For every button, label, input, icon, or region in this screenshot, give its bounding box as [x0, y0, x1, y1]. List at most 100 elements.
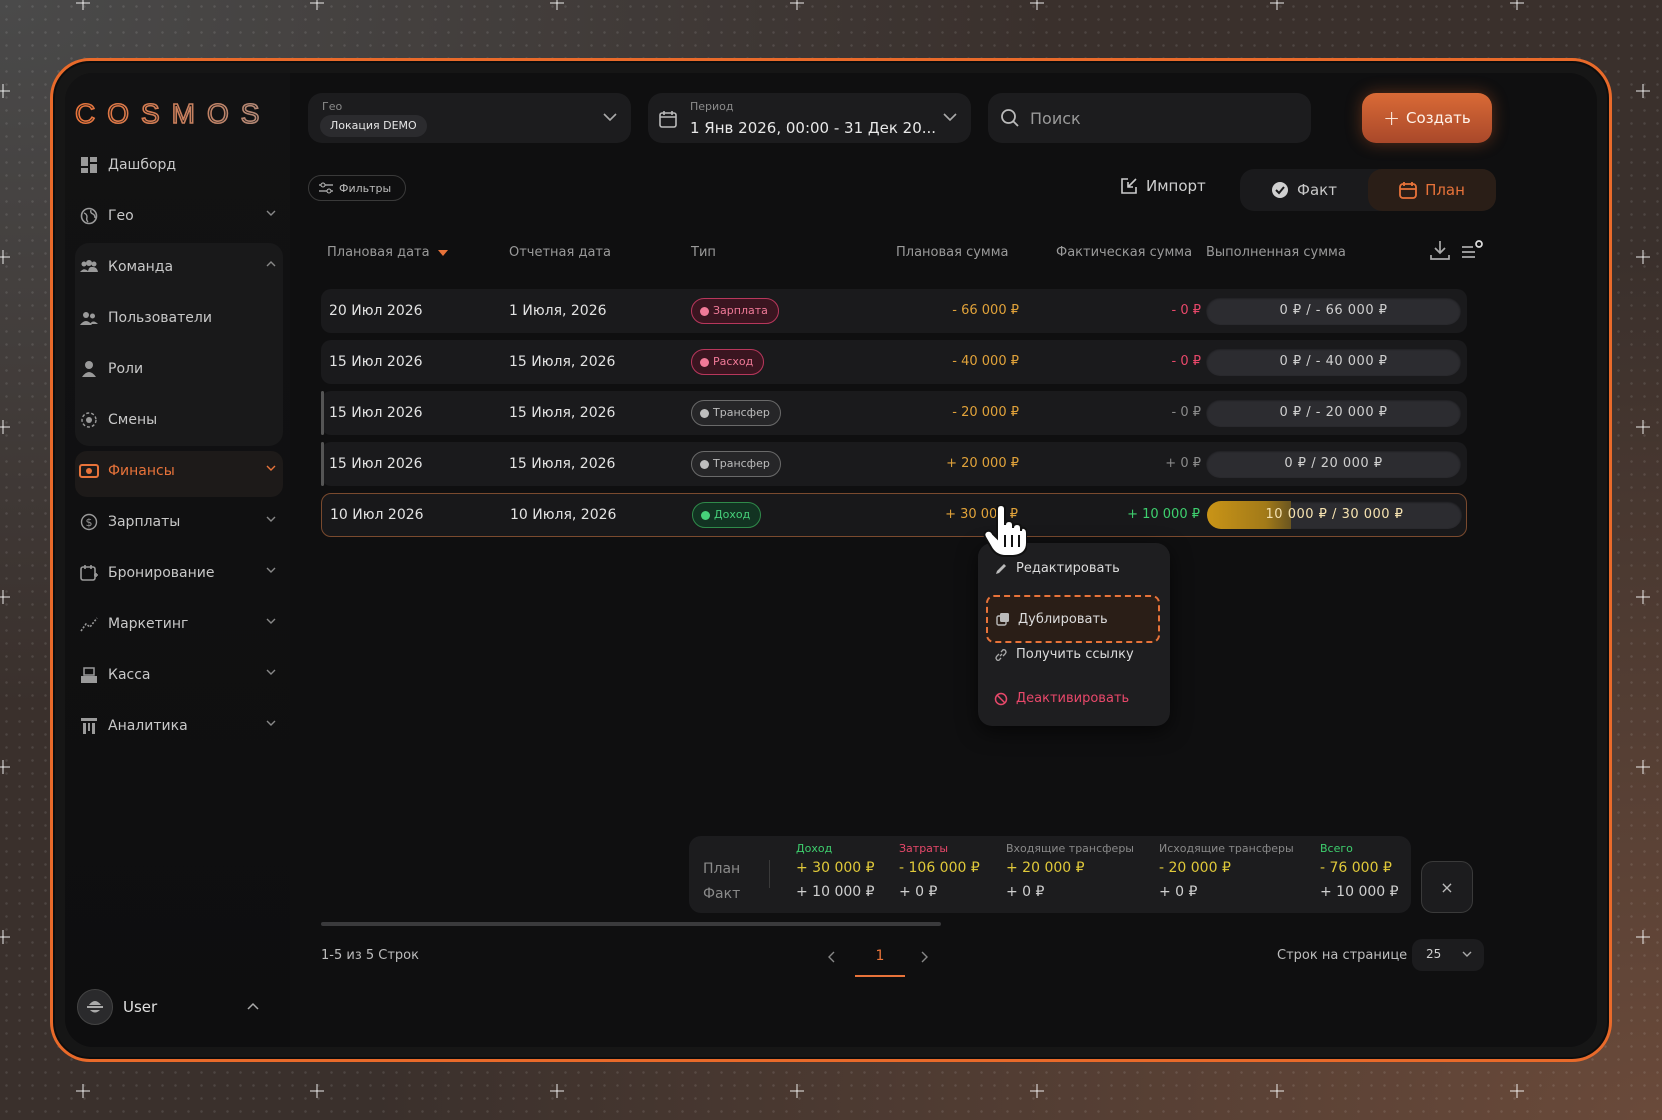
chevron-down-icon	[266, 618, 276, 624]
close-summary-button[interactable]: ×	[1421, 861, 1473, 913]
tab-plan[interactable]: План	[1368, 169, 1496, 211]
search-input[interactable]: Поиск	[1030, 109, 1081, 128]
sidebar-item-cashbox[interactable]: Касса	[65, 649, 290, 700]
tab-plan-label: План	[1425, 181, 1465, 199]
summary-fact-value: + 0 ₽	[1159, 884, 1198, 900]
type-badge-label: Трансфер	[713, 457, 770, 470]
period-value: 1 Янв 2026, 00:00 - 31 Дек 20...	[690, 119, 937, 137]
column-header-plan-sum[interactable]: Плановая сумма	[896, 245, 1009, 260]
summary-plan-value: + 20 000 ₽	[1006, 860, 1085, 876]
menu-item-get-link[interactable]: Получить ссылку	[994, 647, 1134, 662]
create-button[interactable]: + Создать	[1362, 93, 1492, 143]
sidebar-item-shifts[interactable]: Смены	[65, 394, 290, 445]
summary-row-plan: План	[703, 861, 741, 877]
table-row[interactable]: 20 Июл 2026 1 Июля, 2026 Зарплата - 66 0…	[321, 289, 1467, 333]
download-icon[interactable]	[1429, 239, 1451, 261]
horizontal-scrollbar[interactable]	[321, 922, 941, 926]
summary-fact-value: + 10 000 ₽	[796, 884, 875, 900]
summary-plan-value: - 20 000 ₽	[1159, 860, 1231, 876]
chevron-up-icon	[247, 1002, 259, 1010]
cell-plan-date: 10 Июл 2026	[330, 507, 424, 523]
menu-item-duplicate[interactable]: Дублировать	[986, 595, 1160, 643]
cell-plan-sum: - 66 000 ₽	[952, 303, 1019, 318]
cashbox-icon	[79, 665, 99, 685]
done-progress-bar: 0 ₽ / - 20 000 ₽	[1206, 399, 1461, 427]
summary-column-outgoing: Исходящие трансферы - 20 000 ₽ + 0 ₽	[1159, 842, 1294, 900]
salary-icon	[700, 306, 709, 316]
table-row-selected[interactable]: 10 Июл 2026 10 Июля, 2026 Доход + 30 000…	[321, 493, 1467, 537]
sidebar-item-team[interactable]: Команда	[65, 241, 290, 292]
row-context-menu: Редактировать Дублировать Получить ссылк…	[978, 543, 1170, 726]
cosmos-logo: COSMOS	[75, 97, 260, 130]
rows-per-page-label: Строк на странице	[1277, 948, 1408, 963]
summary-column-title: Исходящие трансферы	[1159, 842, 1294, 855]
done-progress-bar: 0 ₽ / - 66 000 ₽	[1206, 297, 1461, 325]
row-indicator	[321, 391, 324, 435]
user-menu[interactable]: User	[77, 987, 273, 1027]
column-settings-icon[interactable]	[1461, 239, 1485, 261]
type-badge-label: Доход	[714, 508, 751, 521]
type-badge: Расход	[691, 349, 765, 375]
filters-label: Фильтры	[339, 181, 392, 195]
team-icon	[79, 257, 99, 277]
sidebar-item-salaries[interactable]: $ Зарплаты	[65, 496, 290, 547]
chevron-down-icon	[266, 465, 276, 471]
menu-item-edit[interactable]: Редактировать	[994, 561, 1120, 576]
sidebar-item-roles[interactable]: Роли	[65, 343, 290, 394]
chevron-down-icon	[943, 113, 957, 122]
geo-select[interactable]: Гео Локация DEMO	[308, 93, 631, 143]
tab-fact[interactable]: Факт	[1240, 169, 1368, 211]
progress-label: 0 ₽ / - 66 000 ₽	[1279, 303, 1388, 318]
column-header-done-sum[interactable]: Выполненная сумма	[1206, 245, 1346, 260]
type-badge-label: Зарплата	[713, 304, 768, 317]
rows-per-page-value: 25	[1426, 947, 1442, 961]
cell-plan-sum: - 20 000 ₽	[952, 405, 1019, 420]
summary-column-title: Входящие трансферы	[1006, 842, 1134, 855]
sidebar-item-dashboard[interactable]: Дашборд	[65, 139, 290, 190]
column-header-type[interactable]: Тип	[691, 245, 716, 260]
income-icon	[701, 510, 710, 520]
avatar	[77, 989, 113, 1025]
import-button[interactable]: Импорт	[1120, 177, 1206, 195]
import-icon	[1121, 178, 1137, 194]
table-row[interactable]: 15 Июл 2026 15 Июля, 2026 Трансфер + 20 …	[321, 442, 1467, 486]
chevron-right-icon[interactable]	[919, 951, 929, 963]
calendar-icon	[1399, 182, 1417, 199]
sidebar-item-marketing[interactable]: Маркетинг	[65, 598, 290, 649]
rows-per-page-select[interactable]: 25	[1412, 939, 1484, 971]
chevron-left-icon[interactable]	[827, 951, 837, 963]
progress-label: 0 ₽ / - 40 000 ₽	[1279, 354, 1388, 369]
summary-plan-value: - 76 000 ₽	[1320, 860, 1392, 876]
column-header-plan-date[interactable]: Плановая дата	[327, 245, 448, 260]
sidebar-item-finance[interactable]: Финансы	[65, 445, 290, 496]
column-header-fact-sum[interactable]: Фактическая сумма	[1056, 245, 1192, 260]
expense-icon	[700, 357, 709, 367]
sidebar-item-analytics[interactable]: Аналитика	[65, 700, 290, 751]
filters-button[interactable]: Фильтры	[308, 175, 407, 201]
cell-fact-sum: + 10 000 ₽	[1127, 507, 1200, 522]
search-field[interactable]: Поиск	[988, 93, 1311, 143]
table-row[interactable]: 15 Июл 2026 15 Июля, 2026 Трансфер - 20 …	[321, 391, 1467, 435]
table-row[interactable]: 15 Июл 2026 15 Июля, 2026 Расход - 40 00…	[321, 340, 1467, 384]
type-badge: Зарплата	[691, 298, 779, 324]
users-icon	[79, 308, 99, 328]
cell-plan-date: 15 Июл 2026	[329, 354, 423, 370]
menu-item-deactivate[interactable]: Деактивировать	[994, 691, 1129, 706]
geo-chip[interactable]: Локация DEMO	[320, 115, 427, 137]
done-progress-bar: 0 ₽ / 20 000 ₽	[1206, 450, 1461, 478]
period-select[interactable]: Период 1 Янв 2026, 00:00 - 31 Дек 20...	[648, 93, 971, 143]
cell-report-date: 10 Июля, 2026	[510, 507, 617, 523]
column-header-report-date[interactable]: Отчетная дата	[509, 245, 611, 260]
chevron-down-icon	[266, 720, 276, 726]
svg-text:$: $	[86, 516, 93, 529]
sidebar-item-booking[interactable]: Бронирование	[65, 547, 290, 598]
sidebar-item-geo[interactable]: Гео	[65, 190, 290, 241]
sidebar-item-label: Аналитика	[108, 717, 188, 734]
chevron-down-icon	[603, 113, 617, 122]
sidebar-item-users[interactable]: Пользователи	[65, 292, 290, 343]
sidebar-item-label: Бронирование	[108, 564, 215, 581]
link-icon	[995, 648, 1007, 661]
rows-count: 1-5 из 5 Строк	[321, 948, 419, 963]
page-number[interactable]: 1	[855, 941, 905, 977]
app-screen: COSMOS Дашборд Гео Команда Пользователи	[65, 73, 1597, 1047]
